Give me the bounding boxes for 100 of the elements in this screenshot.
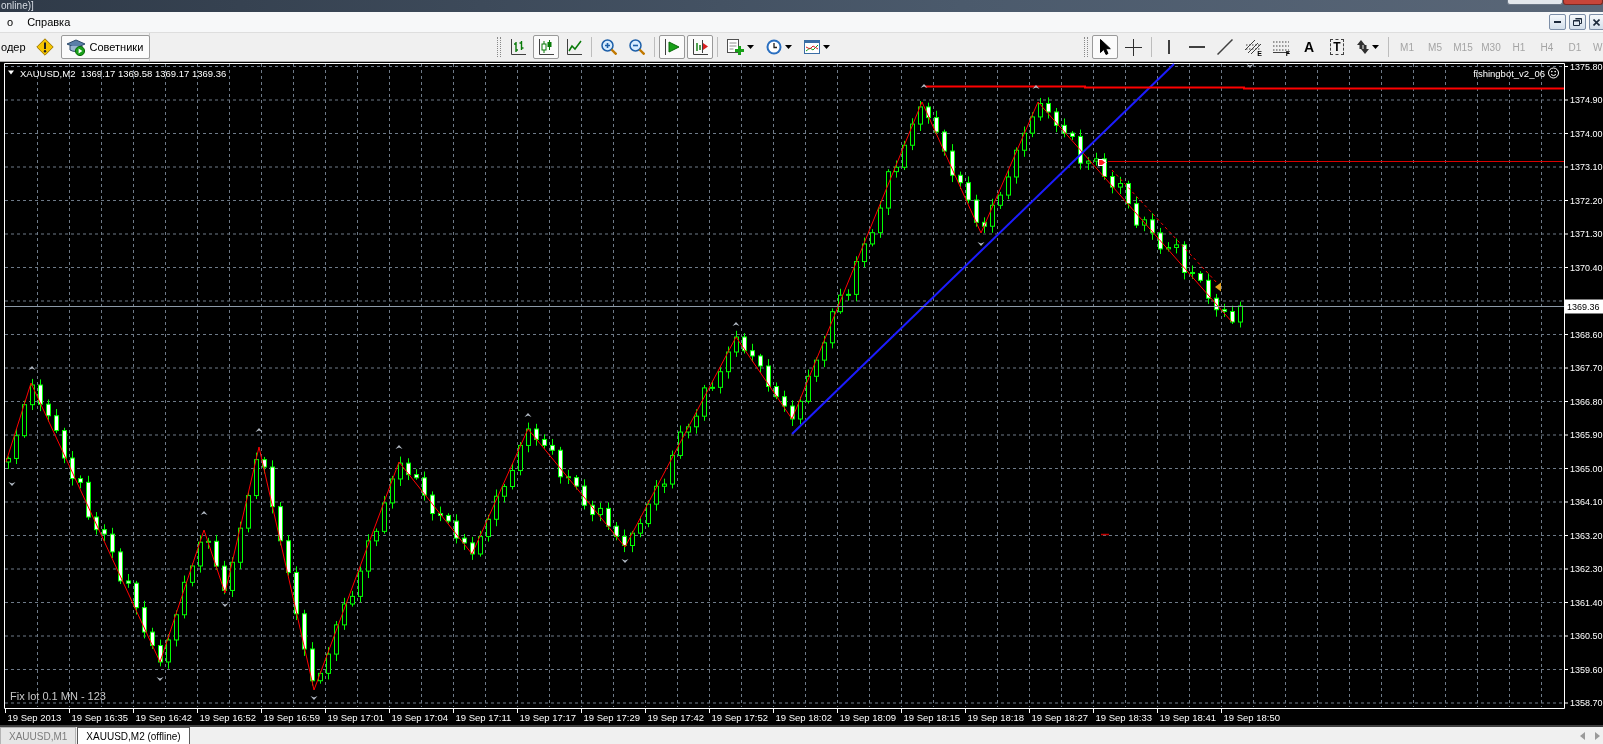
price-label: 1359.60	[1570, 664, 1603, 675]
chart-tab[interactable]: XAUUSD,M1	[0, 727, 77, 744]
line-chart-icon[interactable]	[566, 39, 582, 55]
price-label: 1360.50	[1570, 631, 1603, 642]
text-label-button[interactable]: T	[1324, 35, 1350, 59]
dotted-lines-icon[interactable]	[1273, 41, 1289, 53]
price-label: 1361.40	[1570, 597, 1603, 608]
price-label: 1374.00	[1570, 128, 1603, 139]
arrow-marker-icon	[221, 603, 229, 607]
zoom-out-icon[interactable]	[629, 39, 645, 55]
symbol-label: XAUUSD,M2	[20, 67, 76, 79]
caret-icon[interactable]	[747, 45, 754, 49]
time-label: 19 Sep 18:15	[903, 711, 961, 723]
arrow-marker-icon	[621, 559, 629, 563]
price-label: 1368.60	[1570, 329, 1603, 340]
price-label: 1362.30	[1570, 564, 1603, 575]
triangle-marker-icon	[1215, 282, 1221, 292]
candlestick-button[interactable]	[533, 35, 559, 59]
dash-mark	[1100, 533, 1110, 536]
time-label: 19 Sep 18:18	[967, 711, 1025, 723]
time-label: 19 Sep 17:01	[327, 711, 385, 723]
clock-icon[interactable]	[766, 39, 782, 55]
price-label: 1367.70	[1570, 363, 1603, 374]
restore-icon[interactable]	[1573, 18, 1582, 26]
arrow-marker-icon	[524, 413, 532, 417]
menu-item[interactable]: о	[0, 13, 21, 31]
cursor-button[interactable]	[1092, 35, 1118, 59]
minimize-button[interactable]	[1549, 14, 1566, 30]
arrow-marker-icon	[1032, 85, 1040, 89]
experts-button[interactable]: Советники	[60, 35, 151, 59]
arrow-marker-icon	[28, 366, 36, 370]
time-label: 19 Sep 18:09	[839, 711, 897, 723]
caption-button[interactable]	[1507, 0, 1563, 5]
price-label: 1365.90	[1570, 430, 1603, 441]
caret-icon[interactable]	[1372, 45, 1379, 49]
arrow-marker-icon	[732, 322, 740, 326]
cap-play-icon[interactable]	[65, 38, 86, 56]
time-label: 19 Sep 18:02	[775, 711, 833, 723]
chart-shift-button[interactable]	[687, 35, 713, 59]
time-label: 19 Sep 17:04	[391, 711, 449, 723]
caret-icon[interactable]	[823, 45, 830, 49]
price-label: 1365.00	[1570, 463, 1603, 474]
time-label: 19 Sep 2013	[7, 711, 62, 723]
window-chart-icon[interactable]	[804, 40, 820, 54]
up-down-arrows-icon[interactable]	[1357, 40, 1369, 54]
caret-icon[interactable]	[785, 45, 792, 49]
arrow-marker-icon	[255, 428, 263, 432]
price-label: 1363.20	[1570, 530, 1603, 541]
ohlc-values: 1369.17 1369.58 1369.17 1369.36	[81, 67, 227, 79]
time-label: 19 Sep 18:33	[1095, 711, 1153, 723]
restore-button[interactable]	[1569, 14, 1586, 30]
hatched-lines-icon[interactable]	[1245, 40, 1261, 54]
price-label: 1372.20	[1570, 195, 1603, 206]
time-label: 19 Sep 16:59	[263, 711, 321, 723]
toolbar-button[interactable]: одер	[0, 35, 27, 59]
close-icon[interactable]	[1593, 18, 1600, 26]
bar-triangle-icon[interactable]	[664, 39, 680, 55]
time-label: 19 Sep 16:52	[199, 711, 257, 723]
chart-comment: Fix lot 0.1 MN - 123	[10, 690, 106, 702]
menu-item[interactable]: Справка	[20, 13, 78, 31]
time-label: 19 Sep 16:35	[71, 711, 129, 723]
time-label: 19 Sep 18:41	[1159, 711, 1217, 723]
time-label: 19 Sep 17:42	[647, 711, 705, 723]
arrow-marker-icon	[920, 84, 928, 88]
bar-chart-icon[interactable]	[510, 39, 526, 55]
expert-name: fishingbot_v2_06	[1473, 67, 1545, 79]
arrow-marker-icon	[156, 677, 164, 681]
price-label: 1358.70	[1570, 698, 1603, 709]
close-button[interactable]	[1589, 14, 1603, 30]
price-label: 1374.90	[1570, 95, 1603, 106]
arrow-marker-icon	[310, 696, 318, 700]
auto-scroll-button[interactable]	[659, 35, 685, 59]
time-label: 19 Sep 16:42	[135, 711, 193, 723]
price-label: 1370.40	[1570, 262, 1603, 273]
price-label: 1364.10	[1570, 497, 1603, 508]
time-label: 19 Sep 18:27	[1031, 711, 1089, 723]
smiley-icon	[1548, 67, 1559, 79]
time-label: 19 Sep 18:50	[1223, 711, 1281, 723]
bars-arrow-icon[interactable]	[692, 39, 708, 55]
arrow-marker-icon	[8, 482, 16, 486]
pointer-icon[interactable]	[1099, 39, 1111, 55]
arrow-marker-icon	[977, 242, 985, 246]
arrow-marker-icon	[200, 511, 208, 515]
arrow-marker-icon	[1097, 158, 1107, 167]
time-label: 19 Sep 17:29	[583, 711, 641, 723]
candlestick-icon[interactable]	[538, 39, 554, 55]
price-label: 1366.80	[1570, 396, 1603, 407]
diagonal-line-icon[interactable]	[1217, 39, 1233, 55]
text-tool-button[interactable]: A	[1296, 35, 1322, 59]
chart-tab[interactable]: XAUUSD,M2 (offline)	[77, 727, 190, 744]
zoom-in-icon[interactable]	[601, 39, 617, 55]
dropdown-triangle-icon[interactable]	[8, 70, 14, 75]
arrow-marker-icon	[1246, 64, 1254, 68]
arrow-marker-icon	[395, 445, 403, 449]
time-label: 19 Sep 17:52	[711, 711, 769, 723]
document-plus-icon[interactable]	[727, 39, 744, 55]
price-label: 1371.30	[1570, 229, 1603, 240]
price-label: 1373.10	[1570, 162, 1603, 173]
time-label: 19 Sep 17:11	[455, 711, 512, 723]
crosshair-icon[interactable]	[1125, 38, 1142, 56]
